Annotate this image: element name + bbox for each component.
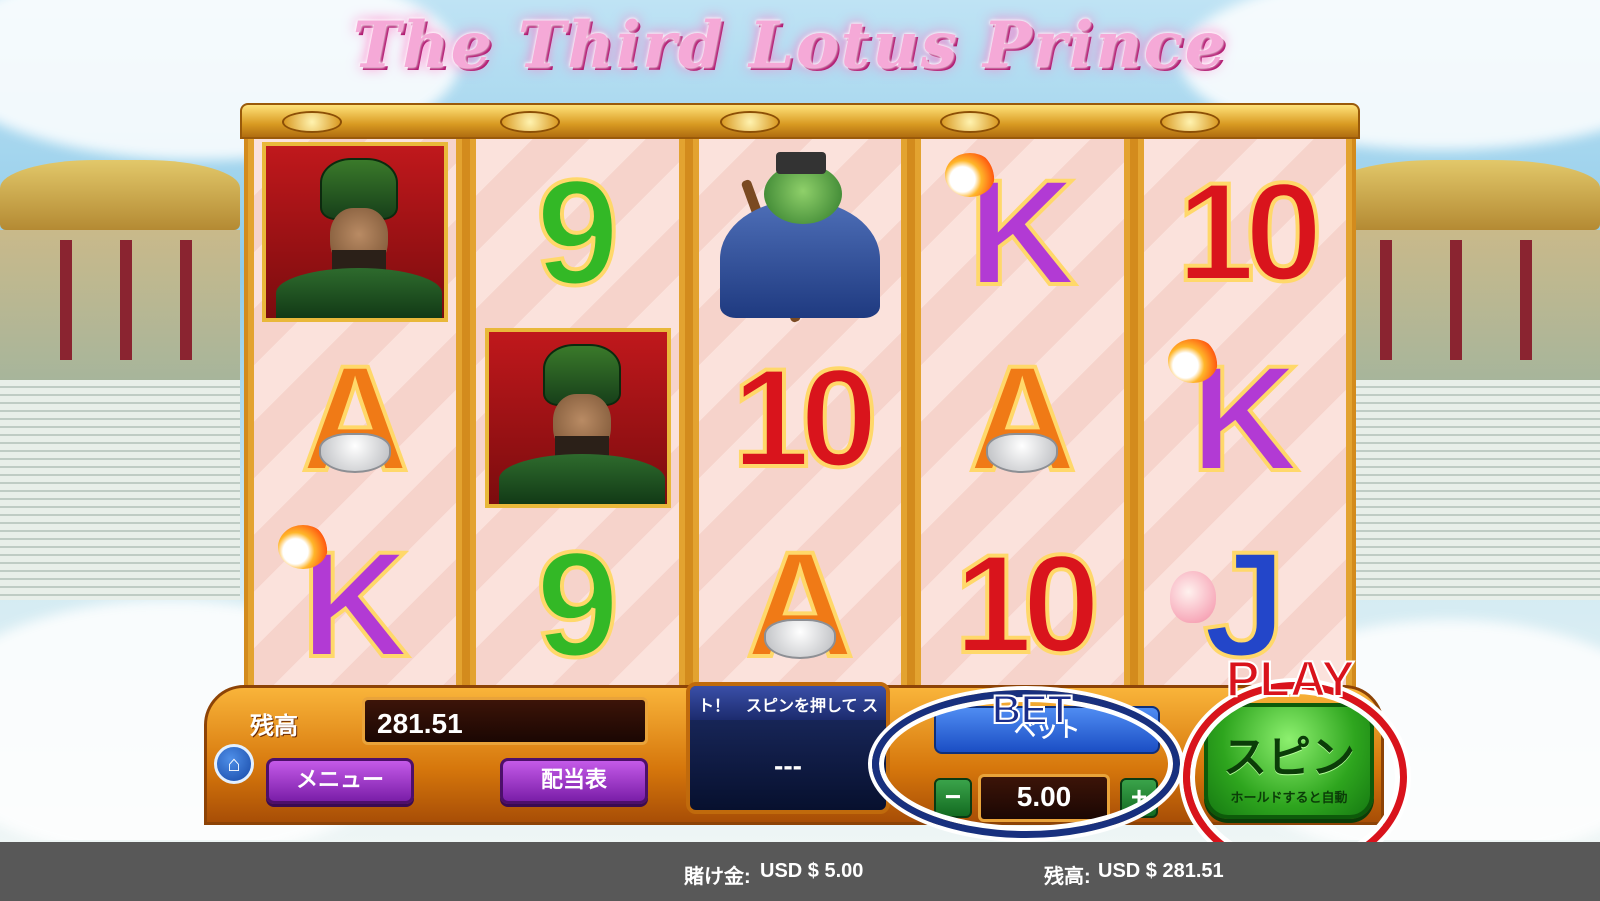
message-panel: ト！ スピンを押して ス --- xyxy=(686,682,890,814)
symbol-10: 10 xyxy=(730,339,880,496)
footer-balance-label: 残高: xyxy=(1044,866,1091,888)
frame-ornament xyxy=(282,111,342,133)
symbol-K: K xyxy=(1144,325,1346,511)
frame-ornament xyxy=(720,111,780,133)
silver-ingot-icon xyxy=(319,433,392,473)
reel-grid: A K 9 9 10 A K A 10 10 K J xyxy=(244,139,1356,699)
footer-bet-value: USD $ 5.00 xyxy=(760,860,864,882)
symbol-K: K xyxy=(921,139,1123,325)
bet-annotation-label: BET xyxy=(991,687,1073,733)
reel-4: K A 10 xyxy=(915,139,1130,699)
fireball-icon xyxy=(1167,339,1218,383)
silver-ingot-icon xyxy=(763,619,836,659)
footer-bet-label: 賭け金: xyxy=(684,866,751,888)
symbol-9: 9 xyxy=(534,520,621,688)
home-icon: ⌂ xyxy=(227,751,241,776)
symbol-frog-sage xyxy=(699,139,901,325)
balance-label: 残高 xyxy=(250,713,298,740)
frog-sage-icon xyxy=(712,144,888,324)
symbol-warrior xyxy=(476,325,678,511)
frame-ornament xyxy=(940,111,1000,133)
frame-ornament xyxy=(500,111,560,133)
paytable-button[interactable]: 配当表 xyxy=(500,758,648,804)
symbol-warrior xyxy=(254,139,456,325)
reel-3: 10 A xyxy=(692,139,908,699)
fireball-icon xyxy=(945,153,996,197)
play-annotation-label: PLAY xyxy=(1225,650,1356,708)
peach-icon xyxy=(1169,571,1216,623)
silver-ingot-icon xyxy=(986,433,1059,473)
game-title: The Third Lotus Prince xyxy=(352,8,1228,83)
symbol-K: K xyxy=(254,511,456,697)
reel-frame-top xyxy=(240,103,1360,139)
win-display: --- xyxy=(774,750,802,781)
symbol-A: A xyxy=(299,334,411,502)
warrior-portrait xyxy=(484,328,671,508)
home-button[interactable]: ⌂ xyxy=(214,744,254,784)
message-ticker: ト！ スピンを押して ス xyxy=(690,686,886,720)
symbol-10: 10 xyxy=(1175,153,1325,310)
reel-2: 9 9 xyxy=(470,139,685,699)
symbol-10: 10 xyxy=(953,525,1103,682)
symbol-A: A xyxy=(744,520,856,688)
frame-ornament xyxy=(1160,111,1220,133)
reel-5: 10 K J xyxy=(1137,139,1352,699)
warrior-portrait xyxy=(262,142,449,322)
symbol-A: A xyxy=(966,334,1078,502)
symbol-9: 9 xyxy=(534,148,621,316)
menu-button[interactable]: メニュー xyxy=(266,758,414,804)
footer-balance-value: USD $ 281.51 xyxy=(1098,860,1224,882)
balance-display: 281.51 xyxy=(362,697,648,745)
fireball-icon xyxy=(278,525,328,569)
reel-1: A K xyxy=(248,139,463,699)
